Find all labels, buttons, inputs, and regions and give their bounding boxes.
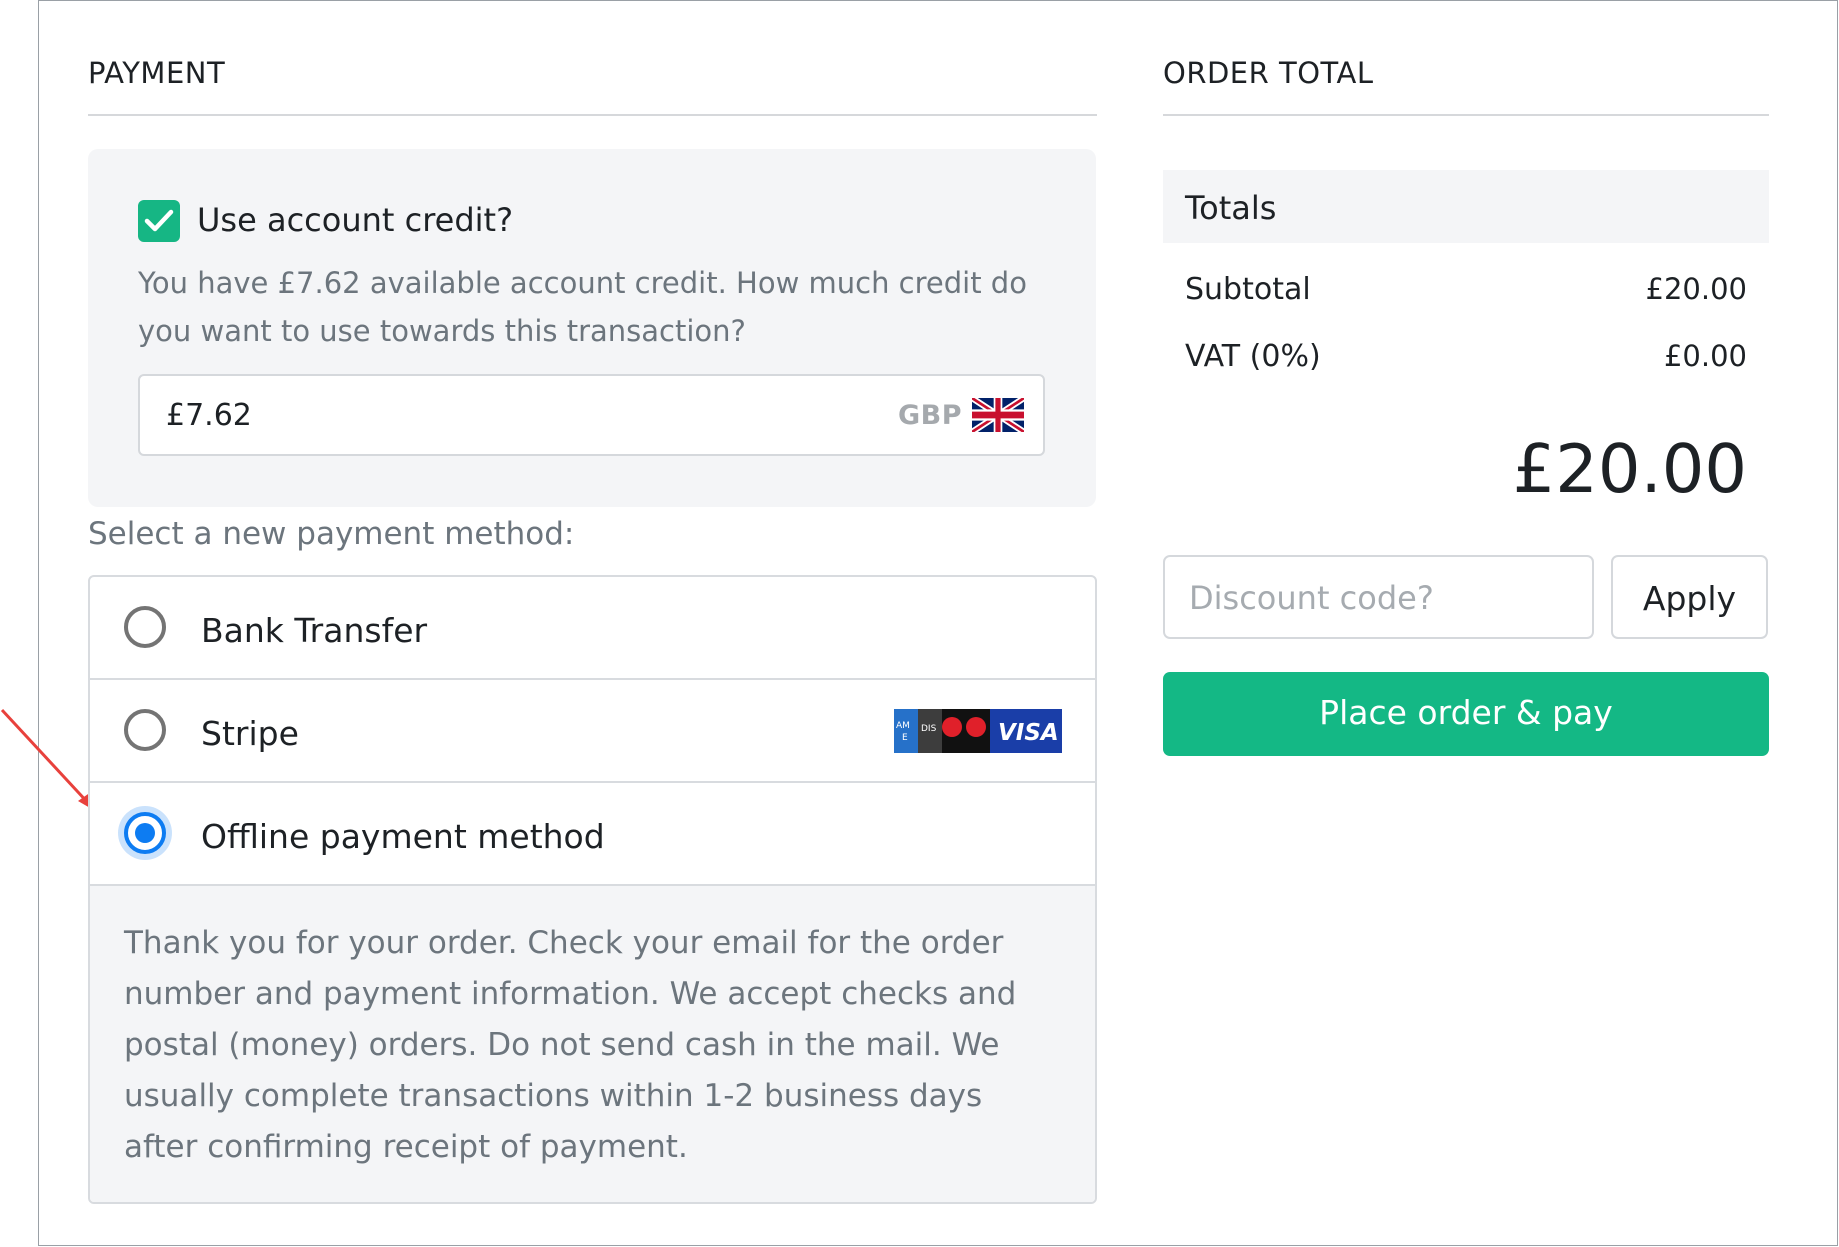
subtotal-label: Subtotal [1185, 272, 1311, 307]
amex-icon [894, 709, 918, 753]
payment-method-list: Bank Transfer Stripe AM E DIS VISA Offli… [88, 575, 1097, 1204]
offline-payment-radio[interactable] [124, 812, 166, 854]
totals-header: Totals [1163, 170, 1769, 243]
apply-discount-button[interactable]: Apply [1611, 555, 1768, 639]
svg-text:E: E [902, 733, 908, 743]
payment-method-bank-transfer[interactable]: Bank Transfer [90, 577, 1095, 680]
order-total-divider [1163, 114, 1769, 116]
vat-label: VAT (0%) [1185, 339, 1321, 374]
checkmark-icon [144, 209, 174, 232]
offline-payment-info: Thank you for your order. Check your ema… [90, 886, 1095, 1202]
totals-title: Totals [1185, 189, 1277, 227]
credit-help-text: You have £7.62 available account credit.… [138, 266, 1027, 348]
uk-flag-icon [972, 398, 1024, 432]
use-credit-label[interactable]: Use account credit? [197, 201, 513, 239]
payment-method-label[interactable]: Bank Transfer [201, 611, 427, 650]
order-total-heading: ORDER TOTAL [1163, 56, 1374, 90]
stripe-radio[interactable] [124, 709, 166, 751]
payment-method-stripe[interactable]: Stripe AM E DIS VISA [90, 680, 1095, 783]
discount-code-input[interactable]: Discount code? [1163, 555, 1594, 639]
use-credit-checkbox[interactable] [138, 200, 180, 242]
card-logos-icon: AM E DIS VISA [894, 709, 1062, 753]
payment-method-prompt: Select a new payment method: [88, 516, 575, 552]
bank-transfer-radio[interactable] [124, 606, 166, 648]
svg-text:VISA: VISA [998, 720, 1059, 746]
place-order-button[interactable]: Place order & pay [1163, 672, 1769, 756]
vat-value: £0.00 [1663, 339, 1747, 373]
payment-method-label[interactable]: Offline payment method [201, 817, 605, 856]
payment-divider [88, 114, 1097, 116]
grand-total: £20.00 [1512, 430, 1747, 508]
payment-method-label[interactable]: Stripe [201, 714, 299, 753]
credit-amount-value[interactable]: £7.62 [166, 398, 252, 433]
offline-payment-instructions: Thank you for your order. Check your ema… [124, 925, 1017, 1165]
svg-text:DIS: DIS [921, 724, 937, 734]
payment-heading: PAYMENT [88, 56, 226, 90]
payment-method-offline[interactable]: Offline payment method [90, 783, 1095, 886]
svg-text:AM: AM [896, 721, 910, 731]
credit-amount-input[interactable]: £7.62 GBP [138, 374, 1045, 456]
subtotal-value: £20.00 [1645, 272, 1747, 306]
currency-code: GBP [898, 400, 963, 431]
